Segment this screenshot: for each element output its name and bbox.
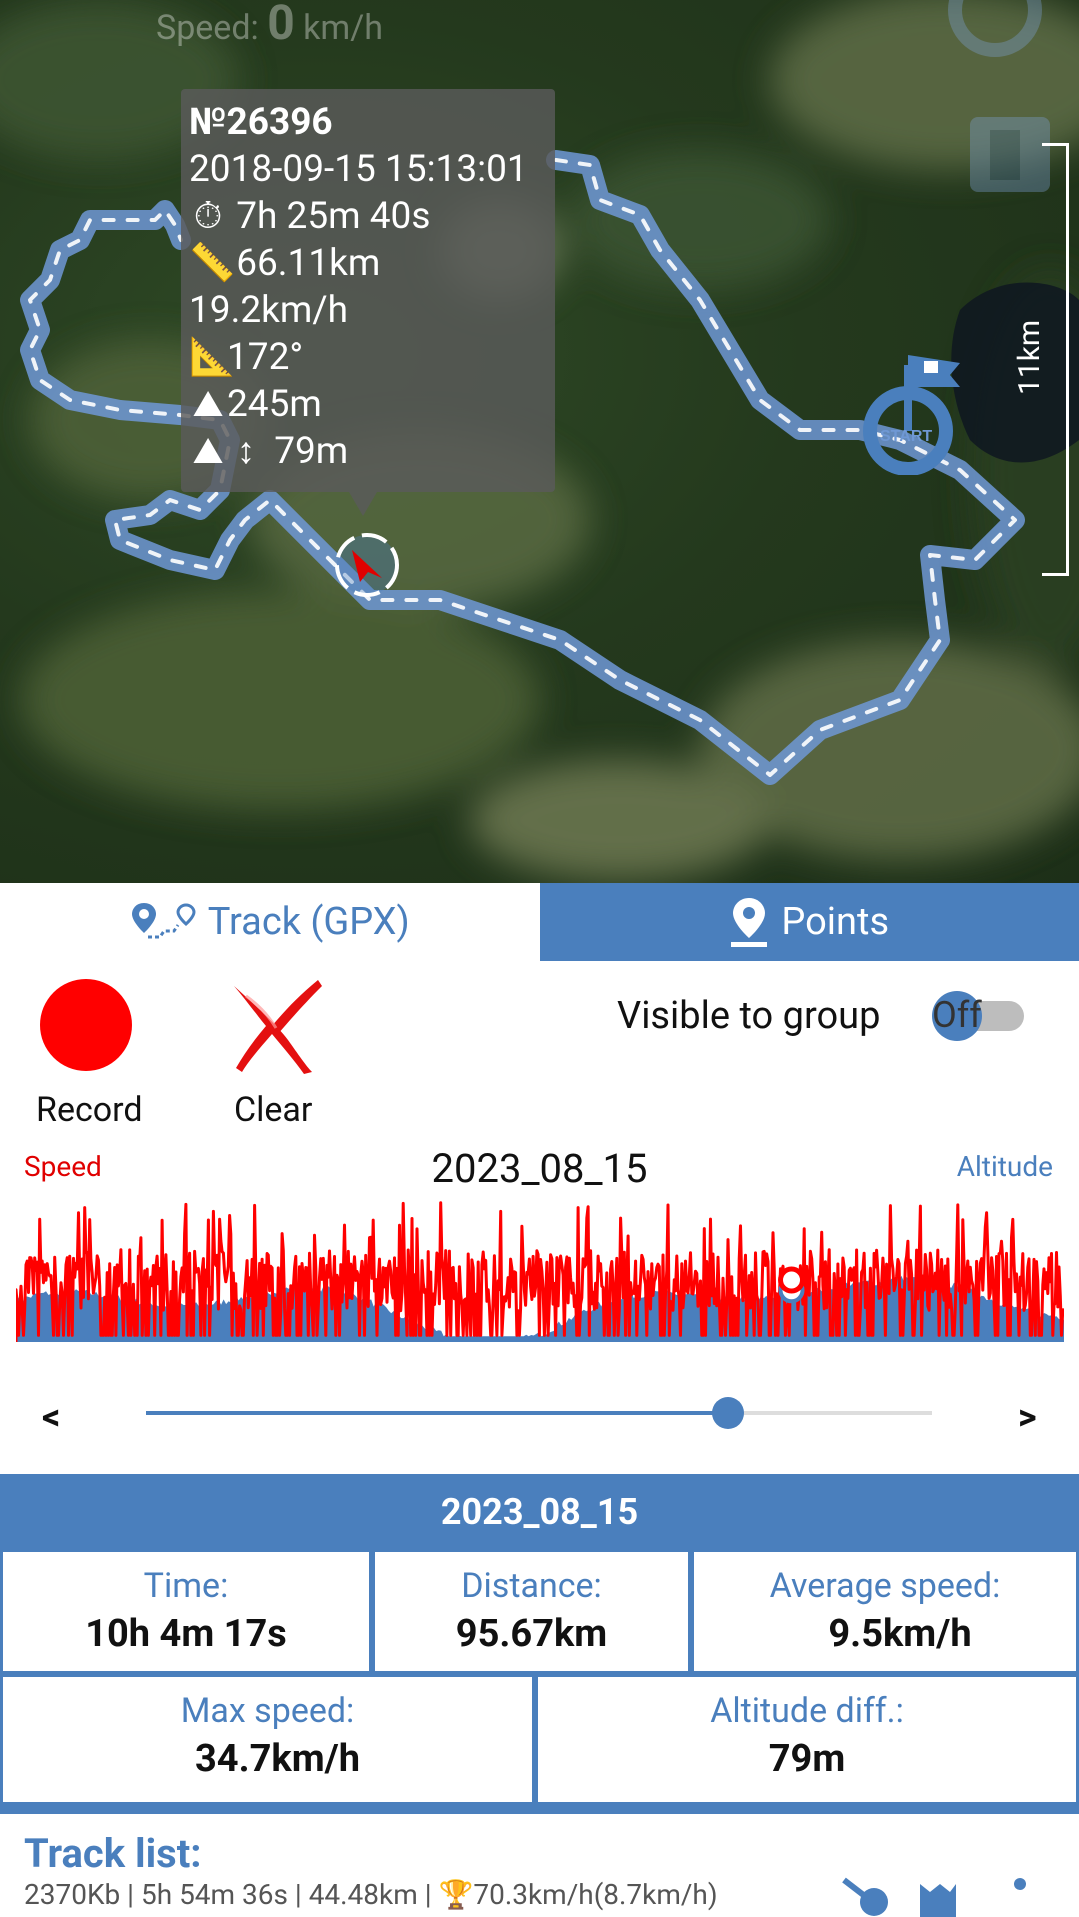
track-point-tooltip: №26396 2018-09-15 15:13:01 ⏱ 7h 25m 40s … [181, 89, 555, 516]
toggle-state-text: Off [932, 994, 982, 1036]
tooltip-distance-row: 📏 66.11km [189, 240, 547, 287]
stat-distance-value: 95.67km [455, 1612, 608, 1656]
track-route-icon [130, 901, 196, 943]
tab-track-gpx[interactable]: Track (GPX) [0, 883, 540, 961]
speed-altitude-chart[interactable] [16, 1196, 1064, 1342]
slider-fill [146, 1411, 728, 1415]
map-view[interactable]: Speed: 0 km/h START №26396 2018-09-15 15… [0, 0, 1079, 883]
stat-average-speed-value: 9.5km/h [828, 1612, 972, 1656]
tooltip-altdiff-row: ⛰ ↕ 79m [189, 428, 547, 475]
stat-average-speed-label: Average speed: [769, 1566, 1001, 1606]
record-button[interactable] [40, 979, 132, 1071]
track-list-item-summary: 2370Kb | 5h 54m 36s | 44.48km | [24, 1878, 439, 1911]
tooltip-datetime: 2018-09-15 15:13:01 [189, 148, 528, 191]
angle-icon: 📐 [189, 336, 236, 379]
stat-distance: Distance: 95.67km [375, 1552, 688, 1671]
share-icon[interactable] [842, 1877, 888, 1916]
tooltip-altitude-row: ⛰245m [189, 381, 547, 428]
stat-time-value: 10h 4m 17s [85, 1612, 287, 1656]
stat-altitude-diff-label: Altitude diff.: [710, 1691, 904, 1731]
tooltip-duration: 7h 25m 40s [236, 195, 431, 238]
tooltip-bearing: 172° [227, 336, 304, 379]
stat-max-speed-value: 34.7km/h [194, 1737, 361, 1781]
stat-max-speed: Max speed: 34.7km/h [3, 1677, 532, 1802]
more-icon[interactable] [1014, 1878, 1026, 1890]
record-label: Record [36, 1090, 143, 1130]
current-position-icon [335, 533, 399, 597]
track-list-title: Track list: [24, 1830, 202, 1877]
tooltip-pointer [349, 492, 377, 516]
tab-points-label: Points [781, 900, 890, 944]
track-list-item[interactable]: 2370Kb | 5h 54m 36s | 44.48km | 🏆70.3km/… [24, 1878, 718, 1911]
speed-value: 0 [267, 0, 295, 51]
previous-track-button[interactable]: < [42, 1396, 60, 1438]
clear-label: Clear [234, 1090, 313, 1130]
track-stats-panel: 2023_08_15 Time: 10h 4m 17s Distance: 95… [0, 1474, 1079, 1814]
track-list-item-speed: 70.3km/h(8.7km/h) [473, 1878, 718, 1911]
speed-readout: Speed: 0 km/h [156, 0, 383, 51]
slider-thumb[interactable] [711, 1397, 744, 1429]
track-list-item-actions [842, 1877, 1026, 1917]
map-scale-label: 11km [1012, 319, 1047, 395]
tooltip-altitude-diff: 79m [274, 430, 349, 473]
map-pin-icon [729, 896, 769, 948]
speed-unit: km/h [303, 8, 383, 48]
tab-track-label: Track (GPX) [207, 900, 410, 944]
stopwatch-icon: ⏱ [193, 195, 223, 238]
stat-time: Time: 10h 4m 17s [3, 1552, 369, 1671]
tab-points[interactable]: Points [539, 883, 1079, 961]
stat-distance-label: Distance: [461, 1566, 602, 1606]
tab-bar: Track (GPX) Points [0, 883, 1079, 961]
tooltip-point-id: №26396 [189, 101, 333, 144]
visible-to-group-toggle[interactable]: Off [932, 991, 1024, 1041]
next-track-button[interactable]: > [1018, 1396, 1037, 1438]
tooltip-altitude: 245m [227, 383, 322, 426]
start-marker-icon: START [863, 355, 960, 475]
ruler-icon: 📏 [189, 242, 236, 285]
tooltip-speed: 19.2km/h [189, 289, 348, 332]
chart-altitude-legend: Altitude [956, 1150, 1053, 1183]
speed-cursor-dot [778, 1266, 806, 1294]
updown-arrow-icon: ↕ [236, 430, 256, 473]
map-icon[interactable] [920, 1884, 956, 1917]
visible-to-group-label: Visible to group [617, 994, 881, 1038]
stats-title: 2023_08_15 [440, 1491, 639, 1533]
stat-average-speed: Average speed: 9.5km/h [694, 1552, 1076, 1671]
tooltip-bearing-row: 📐172° [189, 334, 547, 381]
layers-icon[interactable] [940, 0, 1050, 70]
tooltip-duration-row: ⏱ 7h 25m 40s [189, 193, 547, 240]
chart-date: 2023_08_15 [431, 1145, 648, 1192]
mountain-icon: ⛰ [192, 383, 224, 426]
track-position-slider[interactable] [146, 1397, 932, 1429]
mountain-icon: ⛰ [192, 430, 224, 473]
stat-altitude-diff: Altitude diff.: 79m [538, 1677, 1076, 1802]
stat-altitude-diff-value: 79m [768, 1737, 846, 1781]
stat-time-label: Time: [143, 1566, 229, 1606]
trophy-icon: 🏆 [438, 1878, 474, 1911]
tooltip-distance: 66.11km [236, 242, 381, 285]
start-label: START [880, 428, 932, 445]
stat-max-speed-label: Max speed: [180, 1691, 355, 1731]
clear-button[interactable] [226, 976, 326, 1076]
speed-label: Speed: [156, 8, 259, 48]
